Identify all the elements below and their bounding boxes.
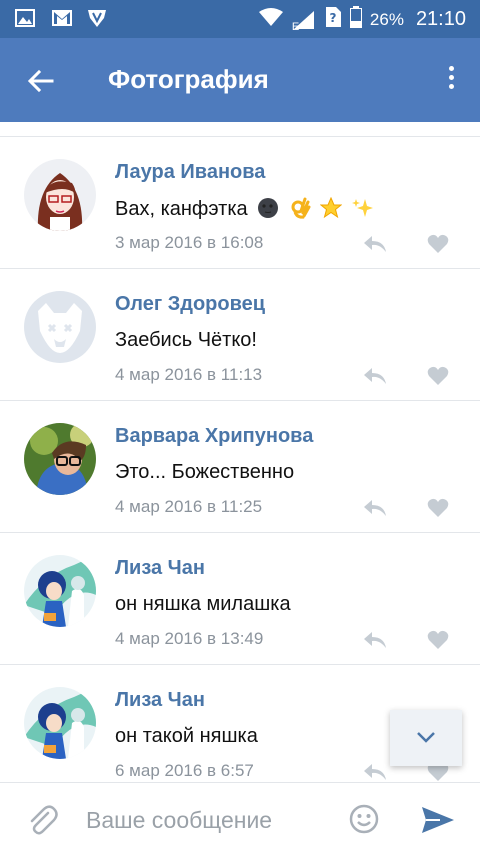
- heart-icon: [427, 366, 449, 385]
- comment-item: Варвара Хрипунова Это... Божественно 4 м…: [0, 401, 480, 533]
- vk-shield-notification-icon: [86, 7, 108, 29]
- star-icon: [319, 196, 343, 219]
- gallery-notification-icon: [14, 7, 36, 29]
- ok-hand-icon: [289, 197, 311, 219]
- comment-text: он няшка милашка: [115, 593, 291, 615]
- more-vertical-icon: [448, 66, 454, 71]
- comment-date: 3 мар 2016 в 16:08: [115, 233, 264, 252]
- page-title: Фотография: [108, 64, 269, 94]
- reply-icon: [364, 368, 386, 384]
- message-composer: [0, 782, 480, 855]
- comment-text: Вах, канфэтка: [115, 196, 374, 221]
- like-button[interactable]: [427, 366, 449, 386]
- heart-icon: [427, 498, 449, 517]
- back-button[interactable]: [24, 64, 58, 98]
- svg-text:?: ?: [329, 11, 336, 25]
- comment-date: 4 мар 2016 в 11:25: [115, 497, 263, 516]
- like-button[interactable]: [427, 234, 449, 254]
- comment-date: 4 мар 2016 в 11:13: [115, 365, 263, 384]
- sparkles-icon: [351, 197, 374, 219]
- comment-text-body: Вах, канфэтка: [115, 198, 248, 220]
- new-moon-face-icon: [257, 197, 279, 219]
- chevron-down-icon: [417, 732, 435, 743]
- app-bar: Фотография: [0, 38, 480, 122]
- battery-percent: 26%: [369, 9, 404, 29]
- reply-button[interactable]: [362, 629, 388, 651]
- like-button[interactable]: [427, 498, 449, 518]
- message-input[interactable]: [86, 805, 326, 835]
- avatar[interactable]: [24, 159, 96, 231]
- arrow-left-icon: [27, 69, 54, 93]
- send-button[interactable]: [420, 803, 456, 837]
- battery-icon: [349, 6, 362, 33]
- comment-author[interactable]: Лаура Иванова: [115, 161, 265, 184]
- comment-author[interactable]: Олег Здоровец: [115, 293, 265, 316]
- avatar[interactable]: [24, 291, 96, 363]
- comment-item: Лаура Иванова Вах, канфэтка 3 мар 2016 в…: [0, 137, 480, 269]
- comment-author[interactable]: Варвара Хрипунова: [115, 425, 313, 448]
- comment-text: он такой няшка: [115, 725, 258, 747]
- reply-button[interactable]: [362, 761, 388, 782]
- network-type-label: E: [291, 20, 300, 33]
- comment-date: 4 мар 2016 в 13:49: [115, 629, 264, 648]
- avatar[interactable]: [24, 555, 96, 627]
- more-options-button[interactable]: [440, 62, 462, 100]
- heart-icon: [427, 234, 449, 253]
- clock: 21:10: [415, 8, 466, 30]
- scroll-to-bottom-button[interactable]: [390, 710, 462, 766]
- comment-author[interactable]: Лиза Чан: [115, 689, 205, 712]
- avatar[interactable]: [24, 687, 96, 759]
- heart-icon: [427, 630, 449, 649]
- wifi-icon: [258, 7, 284, 32]
- like-button[interactable]: [427, 630, 449, 650]
- no-sim-icon: ?: [324, 6, 342, 33]
- reply-button[interactable]: [362, 233, 388, 255]
- paperclip-icon: [30, 805, 58, 835]
- reply-icon: [364, 764, 386, 780]
- reply-button[interactable]: [362, 365, 388, 387]
- comment-item: Олег Здоровец Заебись Чётко! 4 мар 2016 …: [0, 269, 480, 401]
- reply-icon: [364, 500, 386, 516]
- smiley-icon: [349, 804, 379, 834]
- avatar[interactable]: [24, 423, 96, 495]
- comment-item: Лиза Чан он няшка милашка 4 мар 2016 в 1…: [0, 533, 480, 665]
- comment-author[interactable]: Лиза Чан: [115, 557, 205, 580]
- attach-button[interactable]: [26, 803, 58, 837]
- send-icon: [422, 807, 454, 833]
- status-bar: E ? 26% 21:10: [0, 0, 480, 38]
- comments-list[interactable]: Лаура Иванова Вах, канфэтка 3 мар 2016 в…: [0, 122, 480, 782]
- gmail-notification-icon: [50, 7, 72, 29]
- comment-text: Это... Божественно: [115, 461, 295, 483]
- emoji-button[interactable]: [348, 803, 380, 835]
- reply-icon: [364, 632, 386, 648]
- mobile-signal-icon: E: [291, 9, 316, 33]
- reply-button[interactable]: [362, 497, 388, 519]
- comment-text: Заебись Чётко!: [115, 329, 257, 351]
- reply-icon: [364, 236, 386, 252]
- comment-date: 6 мар 2016 в 6:57: [115, 761, 254, 780]
